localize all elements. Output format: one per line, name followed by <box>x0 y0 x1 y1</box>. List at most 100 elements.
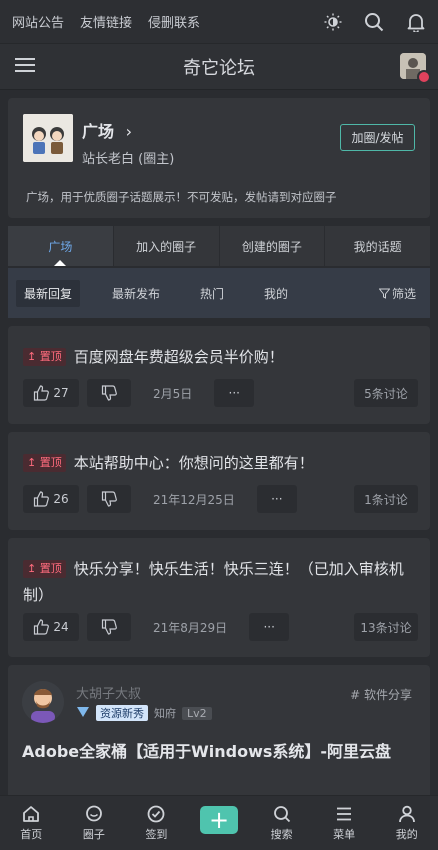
tab-joined-circles[interactable]: 加入的圈子 <box>112 226 219 266</box>
tab-created-circles[interactable]: 创建的圈子 <box>218 226 325 266</box>
contact-link[interactable]: 侵删联系 <box>148 12 200 31</box>
dislike-button[interactable] <box>87 379 131 407</box>
dislike-button[interactable] <box>87 613 131 641</box>
forum-header-card: 广场 › 站长老白 (圈主) 加圈/发帖 广场，用于优质圈子话题展示！不可发贴，… <box>8 98 430 218</box>
nav-menu-label: 菜单 <box>333 827 356 841</box>
pinned-badge: ↥ 置顶 <box>23 348 66 366</box>
nav-home[interactable]: 首页 <box>0 796 63 850</box>
thumbs-up-icon <box>34 491 50 507</box>
theme-toggle-icon[interactable] <box>324 13 342 31</box>
title-bar: 奇它论坛 <box>0 44 438 90</box>
post-title[interactable]: 本站帮助中心：你想问的这里都有！ <box>74 454 314 472</box>
tab-label: 加入的圈子 <box>136 239 197 254</box>
sort-hot[interactable]: 热门 <box>192 280 232 307</box>
top-bar: 网站公告 友情链接 侵删联系 <box>0 0 438 44</box>
thumbs-down-icon <box>101 491 117 507</box>
post-title-row[interactable]: ↥ 置顶 快乐分享！快乐生活！快乐三连！（已加入审核机制） <box>23 556 418 608</box>
more-options-button[interactable]: ··· <box>256 485 297 513</box>
top-links: 网站公告 友情链接 侵删联系 <box>12 12 200 31</box>
post-title-row[interactable]: ↥ 置顶 百度网盘年费超级会员半价购！ <box>23 344 418 370</box>
nav-checkin[interactable]: 签到 <box>125 796 188 850</box>
comment-count-button[interactable]: 1条讨论 <box>354 485 418 513</box>
friend-links-link[interactable]: 友情链接 <box>80 12 132 31</box>
post-title[interactable]: 百度网盘年费超级会员半价购！ <box>74 348 284 366</box>
feed-post-card[interactable]: 大胡子大叔 资源新秀 知府 Lv2 # 软件分享 Adobe全家桶【适用于Win… <box>8 665 430 805</box>
post-category[interactable]: # 软件分享 <box>350 686 412 703</box>
comment-count-button[interactable]: 13条讨论 <box>354 613 418 641</box>
tab-label: 创建的圈子 <box>241 239 302 254</box>
announcement-link[interactable]: 网站公告 <box>12 12 64 31</box>
filter-label: 筛选 <box>391 286 416 301</box>
thumbs-up-icon <box>34 385 50 401</box>
tab-label: 我的话题 <box>353 239 402 254</box>
forum-tabs: 广场 加入的圈子 创建的圈子 我的话题 <box>8 226 430 266</box>
post-card[interactable]: ↥ 置顶 百度网盘年费超级会员半价购！ 27 2月5日 ··· 5条讨论 <box>8 326 430 424</box>
post-title[interactable]: 快乐分享！快乐生活！快乐三连！（已加入审核机制） <box>23 560 404 604</box>
thumbs-up-icon <box>34 619 50 635</box>
post-card[interactable]: ↥ 置顶 本站帮助中心：你想问的这里都有！ 26 21年12月25日 ··· 1条… <box>8 432 430 530</box>
pinned-badge: ↥ 置顶 <box>23 454 66 472</box>
check-circle-icon <box>148 805 165 822</box>
forum-owner[interactable]: 站长老白 (圈主) <box>82 148 174 167</box>
like-button[interactable]: 27 <box>23 379 79 407</box>
more-options-button[interactable]: ··· <box>214 379 255 407</box>
comment-count-button[interactable]: 5条讨论 <box>354 379 418 407</box>
tab-my-topics[interactable]: 我的话题 <box>324 226 430 266</box>
nav-mine-label: 我的 <box>395 827 418 841</box>
forum-name-text: 广场 <box>82 122 115 141</box>
menu-icon <box>337 807 352 820</box>
pinned-badge-text: 置顶 <box>39 350 62 363</box>
pinned-badge: ↥ 置顶 <box>23 560 66 578</box>
dislike-button[interactable] <box>87 485 131 513</box>
user-icon <box>398 805 415 822</box>
like-count: 26 <box>53 492 69 506</box>
nav-home-label: 首页 <box>20 827 43 841</box>
bell-icon[interactable] <box>406 12 426 32</box>
nav-menu[interactable]: 菜单 <box>313 796 376 850</box>
chat-bubble-icon <box>85 805 102 821</box>
site-title: 奇它论坛 <box>183 57 255 79</box>
more-options-button[interactable]: ··· <box>249 613 290 641</box>
search-icon[interactable] <box>364 12 384 32</box>
forum-description: 广场，用于优质圈子话题展示！不可发贴，发帖请到对应圈子 <box>26 190 337 204</box>
hamburger-menu-icon[interactable] <box>14 57 36 77</box>
like-count: 24 <box>53 620 69 634</box>
sort-mine[interactable]: 我的 <box>256 280 296 307</box>
filter-icon <box>378 288 390 299</box>
user-avatar[interactable] <box>400 53 431 84</box>
thumbs-down-icon <box>101 385 117 401</box>
post-date: 2月5日 <box>153 386 193 401</box>
top-icons <box>324 12 426 32</box>
join-post-button[interactable]: 加圈/发帖 <box>340 124 415 151</box>
post-date: 21年12月25日 <box>153 492 235 507</box>
filter-button[interactable]: 筛选 <box>378 285 416 302</box>
post-actions: 24 21年8月29日 ··· <box>23 613 290 641</box>
nav-mine[interactable]: 我的 <box>375 796 438 850</box>
plus-icon: + <box>200 806 239 834</box>
feed-post-title[interactable]: Adobe全家桶【适用于Windows系统】-阿里云盘 <box>22 738 391 762</box>
forum-name[interactable]: 广场 › <box>82 118 132 142</box>
sort-tabs: 最新回复 最新发布 热门 我的 筛选 <box>8 268 430 318</box>
sort-latest-reply[interactable]: 最新回复 <box>16 279 81 307</box>
home-icon <box>23 805 40 822</box>
nav-search-label: 搜索 <box>270 827 293 841</box>
post-card[interactable]: ↥ 置顶 快乐分享！快乐生活！快乐三连！（已加入审核机制） 24 21年8月29日… <box>8 538 430 657</box>
like-button[interactable]: 24 <box>23 613 79 641</box>
like-count: 27 <box>53 386 69 400</box>
post-actions: 26 21年12月25日 ··· <box>23 485 297 513</box>
role-label: 知府 <box>154 707 176 720</box>
author-avatar[interactable] <box>22 681 64 723</box>
nav-search[interactable]: 搜索 <box>250 796 313 850</box>
notification-dot <box>417 70 431 84</box>
author-name[interactable]: 大胡子大叔 <box>76 683 141 702</box>
nav-checkin-label: 签到 <box>145 827 168 841</box>
nav-circle[interactable]: 圈子 <box>63 796 126 850</box>
post-title-row[interactable]: ↥ 置顶 本站帮助中心：你想问的这里都有！ <box>23 450 418 476</box>
post-actions: 27 2月5日 ··· <box>23 379 255 407</box>
search-icon <box>273 805 290 822</box>
pinned-badge-text: 置顶 <box>39 456 62 469</box>
nav-new-post[interactable]: + <box>188 796 251 850</box>
like-button[interactable]: 26 <box>23 485 79 513</box>
tab-square[interactable]: 广场 <box>8 226 113 266</box>
sort-latest-post[interactable]: 最新发布 <box>104 280 168 307</box>
